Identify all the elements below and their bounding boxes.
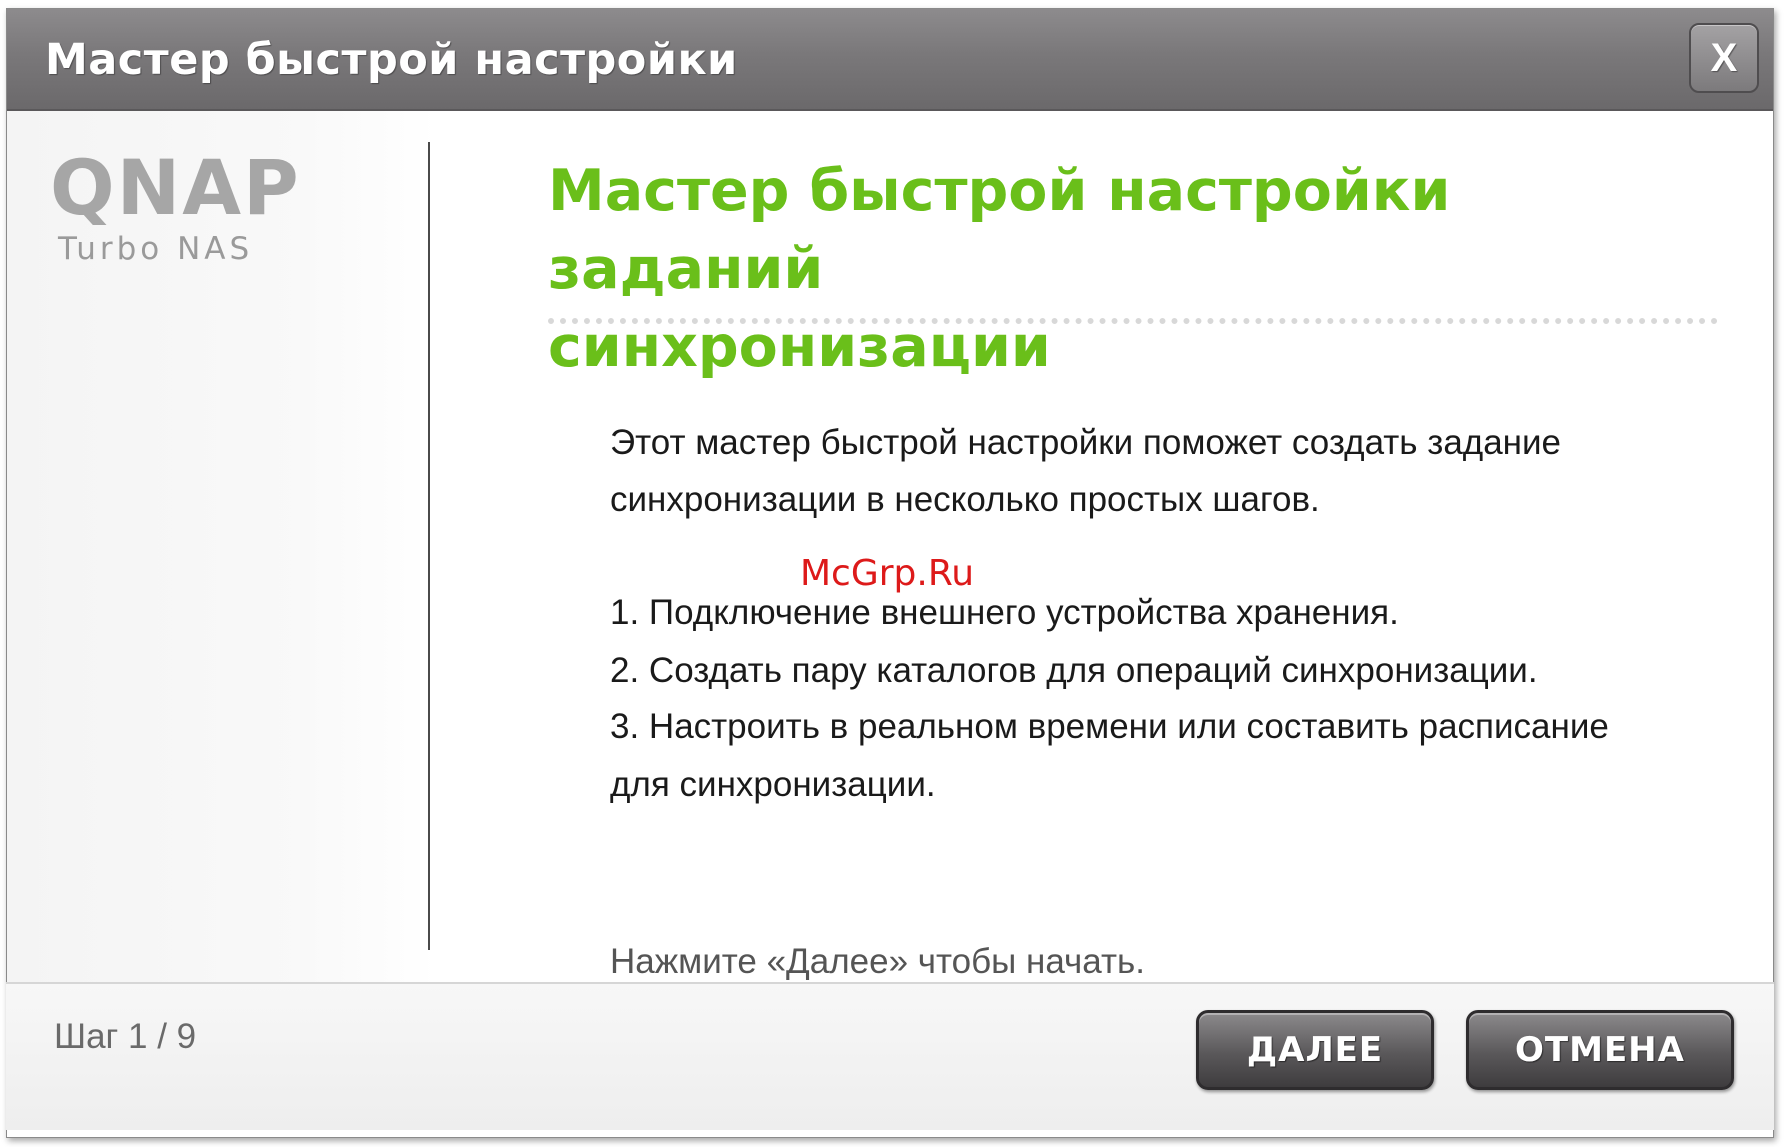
window-title: Мастер быстрой настройки — [45, 35, 738, 85]
dotted-separator — [548, 318, 1718, 324]
close-button[interactable]: X — [1689, 23, 1759, 93]
step-indicator: Шаг 1 / 9 — [54, 1017, 197, 1056]
intro-line-1: Этот мастер быстрой настройки поможет со… — [610, 423, 1562, 462]
page-heading: Мастер быстрой настройки заданий синхрон… — [548, 152, 1708, 386]
step-item-2: 2. Создать пару каталогов для операций с… — [610, 651, 1538, 690]
qnap-logo: QNAP Turbo NAS — [50, 150, 350, 280]
intro-line-2: синхронизации в несколько простых шагов. — [610, 480, 1320, 519]
heading-line-1: Мастер быстрой настройки заданий — [548, 158, 1451, 302]
cancel-button[interactable]: ОТМЕНА — [1466, 1010, 1734, 1090]
title-bar[interactable]: Мастер быстрой настройки X — [7, 9, 1773, 111]
start-prompt: Нажмите «Далее» чтобы начать. — [610, 942, 1145, 981]
step-item-3-line-2: для синхронизации. — [610, 765, 936, 804]
sidebar-divider — [428, 142, 430, 950]
close-icon: X — [1710, 36, 1738, 80]
watermark: McGrp.Ru — [800, 553, 975, 594]
logo-subtitle: Turbo NAS — [58, 231, 254, 267]
logo-brand: QNAP — [50, 143, 301, 232]
step-item-1: 1. Подключение внешнего устройства хране… — [610, 593, 1399, 632]
step-item-3-line-1: 3. Настроить в реальном времени или сост… — [610, 707, 1609, 746]
next-button[interactable]: ДАЛЕЕ — [1196, 1010, 1434, 1090]
